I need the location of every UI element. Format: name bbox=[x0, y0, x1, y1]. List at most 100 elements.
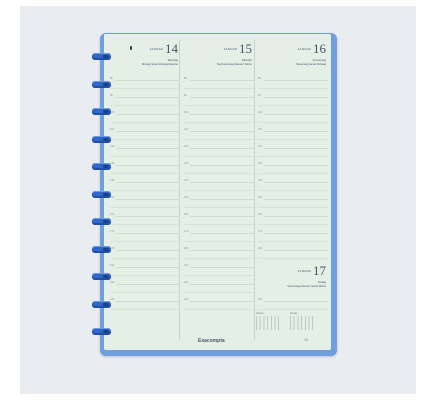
day-header-16: JANUAR 16 Donnerstag Namenstag Januar Ruh… bbox=[252, 40, 326, 66]
hour-line bbox=[190, 233, 254, 234]
hour-line bbox=[184, 207, 254, 208]
hour-label: 17h bbox=[258, 230, 263, 233]
hour-line bbox=[264, 148, 328, 149]
hour-label: 12h bbox=[258, 145, 263, 148]
hour-line bbox=[264, 114, 328, 115]
hour-label: 20h bbox=[184, 281, 189, 284]
hour-line bbox=[116, 148, 180, 149]
hour-line bbox=[110, 258, 180, 259]
hour-line bbox=[258, 105, 328, 106]
binding-ring bbox=[92, 163, 111, 170]
hour-line bbox=[110, 190, 180, 191]
hour-line bbox=[110, 105, 180, 106]
hour-line bbox=[116, 182, 180, 183]
hour-line bbox=[264, 233, 328, 234]
hour-line bbox=[116, 131, 180, 132]
hour-line bbox=[190, 97, 254, 98]
hour-label: 10h bbox=[258, 111, 263, 114]
hour-line bbox=[190, 284, 254, 285]
hour-line bbox=[264, 165, 328, 166]
hour-line bbox=[258, 122, 328, 123]
hour-line bbox=[184, 258, 254, 259]
day-saints: Montag Januar Ruhetag Kalender bbox=[142, 62, 178, 66]
hour-line bbox=[264, 199, 328, 200]
hour-line bbox=[184, 224, 254, 225]
hour-line bbox=[116, 233, 180, 234]
hour-line bbox=[258, 156, 328, 157]
hour-line bbox=[184, 122, 254, 123]
column-divider bbox=[254, 40, 255, 340]
hour-line bbox=[110, 139, 180, 140]
marker-dot bbox=[130, 46, 132, 50]
day-month: JANUAR bbox=[297, 47, 311, 51]
hour-line bbox=[184, 309, 254, 310]
hour-label: 17h bbox=[184, 230, 189, 233]
hour-label: 14h bbox=[258, 179, 263, 182]
hour-line bbox=[116, 114, 180, 115]
binding-ring bbox=[92, 108, 111, 115]
day-header-17: JANUAR 17 Freitag Namenstag Kalender Janu… bbox=[252, 262, 327, 288]
binding-ring bbox=[92, 80, 111, 88]
hour-line bbox=[184, 88, 254, 89]
hour-line bbox=[258, 88, 328, 89]
hour-line bbox=[184, 292, 254, 293]
hour-label: 15h bbox=[184, 196, 189, 199]
hour-line bbox=[110, 224, 180, 225]
hour-line bbox=[190, 114, 254, 115]
day-number: 17 bbox=[313, 263, 326, 278]
hour-line bbox=[258, 139, 328, 140]
hour-label: 11h bbox=[184, 128, 189, 131]
day-number: 15 bbox=[239, 41, 252, 56]
brand-logo: Exacompta bbox=[198, 338, 225, 344]
hour-label: 14h bbox=[184, 179, 189, 182]
page-number: 15 bbox=[304, 338, 308, 342]
hour-line bbox=[184, 173, 254, 174]
hour-line bbox=[116, 165, 180, 166]
hour-line bbox=[116, 80, 180, 81]
binding-ring bbox=[92, 218, 111, 225]
day-month: JANUAR bbox=[149, 47, 163, 51]
hour-line bbox=[116, 97, 180, 98]
day-number: 14 bbox=[165, 41, 178, 56]
hour-line bbox=[110, 122, 180, 123]
day-saints: Namenstag Januar Ruhetag bbox=[296, 62, 326, 66]
hour-line bbox=[184, 105, 254, 106]
hour-line bbox=[264, 216, 328, 217]
hour-label: 11h bbox=[258, 128, 263, 131]
hour-line bbox=[258, 241, 328, 242]
hour-label: 21h bbox=[184, 298, 189, 301]
hour-label: 15h bbox=[110, 196, 115, 199]
binding-ring bbox=[92, 53, 111, 60]
hour-line bbox=[110, 156, 180, 157]
hour-label: 8h bbox=[184, 77, 187, 80]
hour-label: 12h bbox=[110, 145, 115, 148]
hour-label: 9h bbox=[258, 94, 261, 97]
hour-line bbox=[264, 182, 328, 183]
mini-calendar-grid bbox=[256, 316, 282, 330]
hour-line bbox=[110, 241, 180, 242]
hour-line bbox=[264, 301, 328, 302]
hour-line bbox=[258, 224, 328, 225]
day-month: JANUAR bbox=[223, 47, 237, 51]
hour-line bbox=[190, 250, 254, 251]
hour-line bbox=[190, 165, 254, 166]
day-month: JANUAR bbox=[297, 269, 311, 273]
binding-ring bbox=[92, 190, 111, 198]
hour-line bbox=[110, 292, 180, 293]
hour-line bbox=[116, 301, 180, 302]
hour-line bbox=[184, 275, 254, 276]
hour-label: 9h bbox=[184, 94, 187, 97]
binding-ring bbox=[92, 300, 111, 308]
hour-label: 16h bbox=[110, 213, 115, 216]
hour-line bbox=[264, 97, 328, 98]
hour-label: 21h bbox=[110, 298, 115, 301]
hour-line bbox=[190, 80, 254, 81]
binding-ring bbox=[92, 245, 111, 253]
hour-line bbox=[116, 216, 180, 217]
hour-label: 19h bbox=[110, 264, 115, 267]
hour-line bbox=[116, 267, 180, 268]
planner-page: JANUAR 14 Dienstag Montag Januar Ruhetag … bbox=[104, 34, 331, 350]
hour-line bbox=[116, 284, 180, 285]
hour-label: 15h bbox=[258, 196, 263, 199]
hour-line bbox=[190, 182, 254, 183]
